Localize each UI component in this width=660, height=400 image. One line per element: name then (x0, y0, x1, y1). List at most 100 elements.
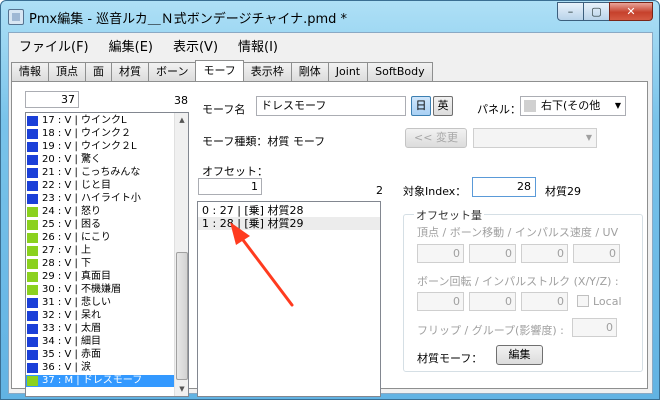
morph-color-swatch (27, 181, 38, 191)
offset-index-input[interactable]: 1 (198, 178, 262, 195)
lang-en-toggle[interactable]: 英 (433, 96, 453, 116)
menu-view[interactable]: 表示(V) (173, 36, 218, 55)
morph-color-swatch (27, 285, 38, 295)
local-checkbox[interactable] (577, 295, 589, 307)
morph-list-item[interactable]: 24 : V | 怒り (26, 206, 174, 218)
morph-list-item[interactable]: 37 : M | ドレスモーフ (26, 375, 174, 387)
morph-list-scrollbar[interactable]: ▲ ▼ (174, 113, 188, 396)
tab-softbody[interactable]: SoftBody (367, 62, 433, 81)
morph-list-item[interactable]: 21 : V | こっちみんな (26, 167, 174, 179)
target-index-input[interactable]: 28 (472, 177, 536, 197)
tab-display-frame[interactable]: 表示枠 (242, 62, 292, 81)
morph-color-swatch (27, 233, 38, 243)
morph-list[interactable]: ▲ ▼ 17 : V | ウインクL 18 : V | ウインク２ 19 : V |… (25, 112, 189, 397)
morph-list-item[interactable]: 32 : V | 呆れ (26, 310, 174, 322)
morph-item-label: 22 : V | じと目 (42, 180, 112, 191)
menu-file[interactable]: ファイル(F) (19, 36, 89, 55)
morph-item-label: 30 : V | 不機嫌眉 (42, 284, 122, 295)
row2-value-2[interactable]: 0 (469, 292, 516, 311)
target-index-label: 対象Index： (403, 185, 467, 198)
morph-item-label: 25 : V | 困る (42, 219, 102, 230)
maximize-button[interactable]: ▢ (583, 2, 610, 21)
flip-value[interactable]: 0 (572, 318, 617, 337)
row1-value-3[interactable]: 0 (521, 244, 568, 263)
morph-list-item[interactable]: 23 : V | ハイライト小 (26, 193, 174, 205)
close-button[interactable]: ✕ (609, 2, 653, 21)
row2-value-3[interactable]: 0 (521, 292, 568, 311)
morph-color-swatch (27, 207, 38, 217)
offset-item-selected[interactable]: 1 : 28 | [乗] 材質29 (198, 217, 380, 230)
offset-item[interactable]: 0 : 27 | [乗] 材質28 (202, 204, 303, 217)
flip-label: フリップ / グループ(影響度) : (417, 324, 564, 337)
tab-rigid-body[interactable]: 剛体 (290, 62, 329, 81)
morph-item-label: 32 : V | 呆れ (42, 310, 102, 321)
row1-value-2[interactable]: 0 (469, 244, 516, 263)
offset-list[interactable]: 0 : 27 | [乗] 材質28 1 : 28 | [乗] 材質29 (197, 201, 381, 397)
morph-item-label: 26 : V | にこり (42, 232, 111, 243)
morph-list-item[interactable]: 25 : V | 困る (26, 219, 174, 231)
convert-button[interactable]: << 変更 (405, 128, 467, 148)
morph-name-input[interactable]: ドレスモーフ (256, 96, 406, 116)
panel-swatch (524, 100, 536, 112)
minimize-button[interactable]: – (557, 2, 584, 21)
morph-color-swatch (27, 259, 38, 269)
morph-item-label: 28 : V | 下 (42, 258, 92, 269)
morph-list-item[interactable]: 36 : V | 涙 (26, 362, 174, 374)
morph-item-label: 24 : V | 怒り (42, 206, 102, 217)
menu-edit[interactable]: 編集(E) (109, 36, 153, 55)
morph-list-item[interactable]: 20 : V | 驚く (26, 154, 174, 166)
morph-list-item[interactable]: 26 : V | にこり (26, 232, 174, 244)
tab-face[interactable]: 面 (85, 62, 112, 81)
morph-list-item[interactable]: 31 : V | 悲しい (26, 297, 174, 309)
morph-list-item[interactable]: 19 : V | ウインク２L (26, 141, 174, 153)
morph-list-item[interactable]: 34 : V | 細目 (26, 336, 174, 348)
morph-count: 38 (174, 94, 188, 107)
material-edit-button[interactable]: 編集 (496, 345, 543, 365)
offset-count: 2 (376, 184, 383, 197)
morph-item-label: 35 : V | 赤面 (42, 349, 102, 360)
tab-info[interactable]: 情報 (11, 62, 49, 81)
tab-joint[interactable]: Joint (327, 62, 369, 81)
menu-info[interactable]: 情報(I) (238, 36, 278, 55)
tab-vertex[interactable]: 頂点 (48, 62, 86, 81)
morph-list-item[interactable]: 29 : V | 真面目 (26, 271, 174, 283)
chevron-down-icon: ▼ (585, 133, 592, 142)
lang-jp-toggle[interactable]: 日 (411, 96, 431, 116)
title-bar[interactable]: Pmx編集 - 巡音ルカ＿Ｎ式ボンデージチャイナ.pmd * – ▢ ✕ (1, 1, 659, 31)
local-label: Local (593, 295, 622, 308)
morph-name-label: モーフ名 (202, 103, 246, 116)
tab-bone[interactable]: ボーン (148, 62, 197, 81)
row2-value-1[interactable]: 0 (417, 292, 464, 311)
tab-morph[interactable]: モーフ (195, 60, 244, 81)
morph-item-label: 34 : V | 細目 (42, 336, 102, 347)
morph-item-label: 17 : V | ウインクL (42, 115, 127, 126)
row1-label: 頂点 / ボーン移動 / インパルス速度 / UV (417, 226, 619, 239)
morph-list-item[interactable]: 35 : V | 赤面 (26, 349, 174, 361)
morph-list-item[interactable]: 18 : V | ウインク２ (26, 128, 174, 140)
row1-value-1[interactable]: 0 (417, 244, 464, 263)
morph-item-label: 33 : V | 太眉 (42, 323, 102, 334)
morph-item-label: 20 : V | 驚く (42, 154, 102, 165)
morph-item-label: 18 : V | ウインク２ (42, 128, 132, 139)
morph-item-label: 31 : V | 悲しい (42, 297, 112, 308)
morph-index-input[interactable]: 37 (25, 91, 79, 108)
row1-value-4[interactable]: 0 (573, 244, 620, 263)
tab-bar: 情報 頂点 面 材質 ボーン モーフ 表示枠 剛体 Joint SoftBody (11, 60, 433, 82)
row2-label: ボーン回転 / インパルストルク (X/Y/Z) : (417, 275, 619, 288)
morph-list-item[interactable]: 28 : V | 下 (26, 258, 174, 270)
morph-list-item[interactable]: 17 : V | ウインクL (26, 115, 174, 127)
morph-list-item[interactable]: 22 : V | じと目 (26, 180, 174, 192)
morph-list-item[interactable]: 27 : V | 上 (26, 245, 174, 257)
convert-type-select[interactable]: ▼ (473, 128, 597, 148)
material-morph-label: 材質モーフ： (417, 352, 483, 365)
panel-select[interactable]: 右下(その他 ▼ (520, 96, 626, 116)
scroll-thumb[interactable] (176, 252, 188, 380)
tab-material[interactable]: 材質 (111, 62, 149, 81)
scroll-down-icon[interactable]: ▼ (175, 382, 188, 396)
morph-list-item[interactable]: 33 : V | 太眉 (26, 323, 174, 335)
morph-color-swatch (27, 350, 38, 360)
offset-amount-group: オフセット量 頂点 / ボーン移動 / インパルス速度 / UV 0 0 0 0… (403, 207, 643, 372)
scroll-up-icon[interactable]: ▲ (175, 113, 188, 127)
morph-list-item[interactable]: 30 : V | 不機嫌眉 (26, 284, 174, 296)
client-area: ファイル(F) 編集(E) 表示(V) 情報(I) 情報 頂点 面 材質 ボーン… (8, 32, 653, 397)
